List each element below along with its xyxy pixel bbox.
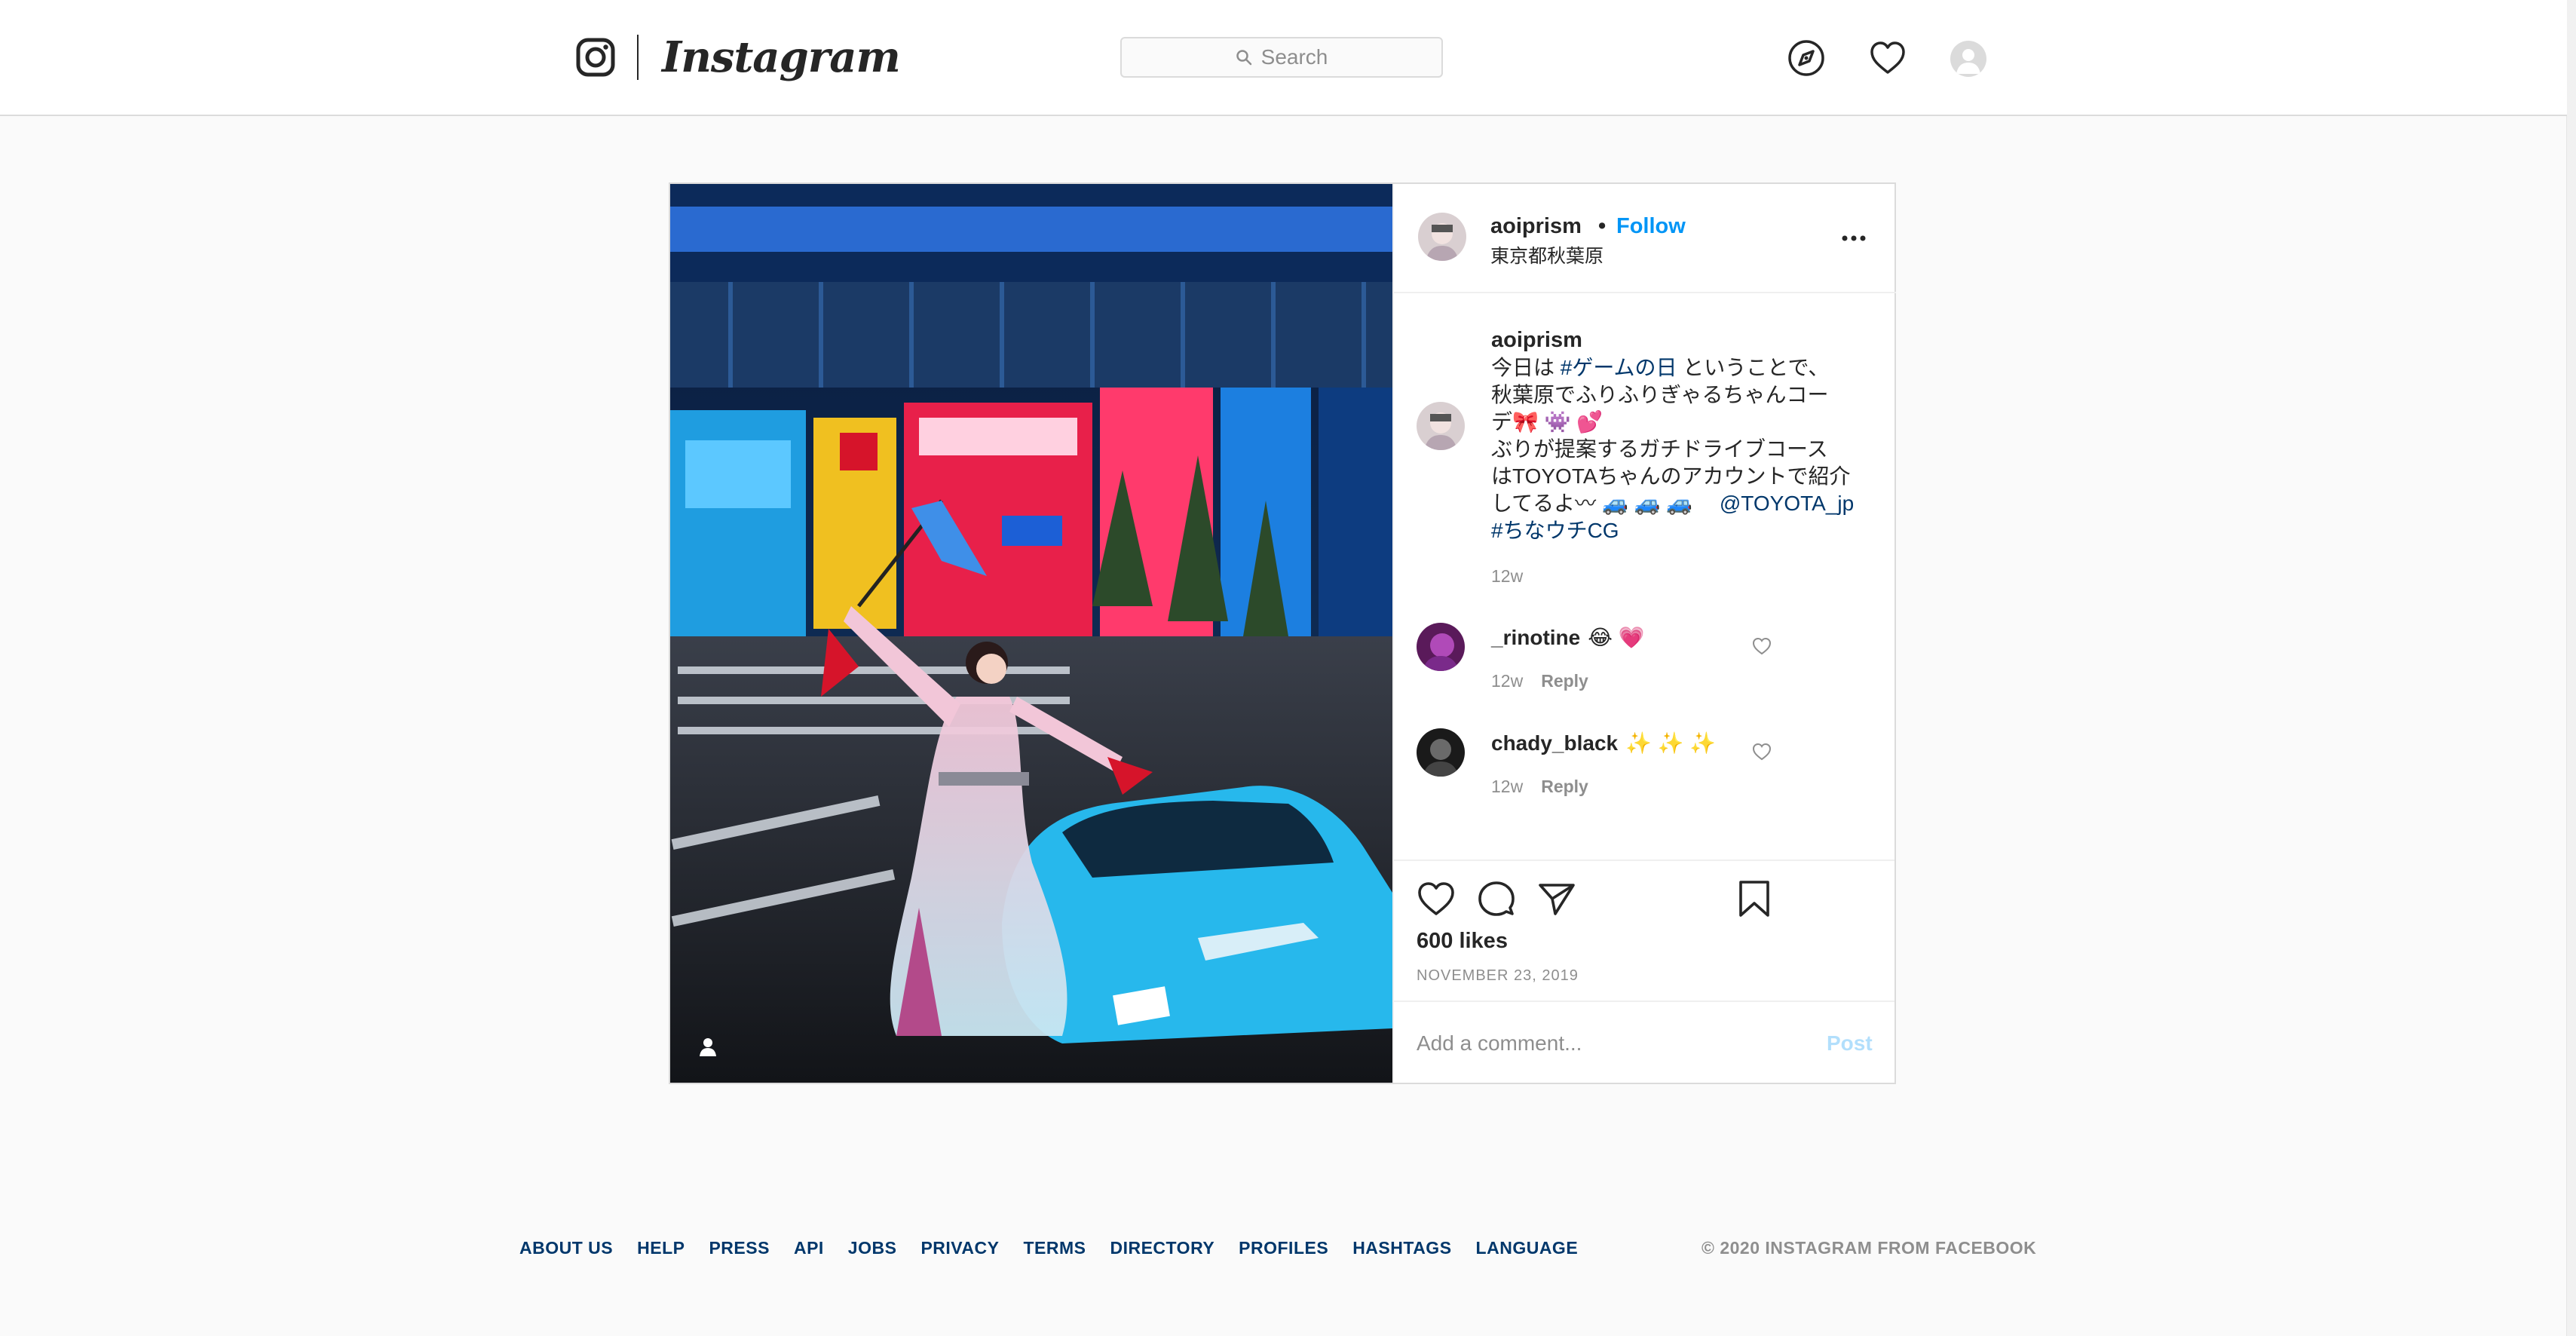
- footer-link-language[interactable]: LANGUAGE: [1476, 1238, 1579, 1258]
- caption-line: 秋葉原でふりふりぎゃるちゃんコー: [1491, 383, 1829, 406]
- mention-link[interactable]: @TOYOTA_jp: [1720, 492, 1854, 515]
- comment-item: chady_black ✨ ✨ ✨: [1491, 731, 1716, 755]
- footer-link-press[interactable]: PRESS: [709, 1238, 769, 1258]
- post-location[interactable]: 東京都秋葉原: [1490, 241, 1603, 268]
- profile-avatar[interactable]: [1950, 41, 1986, 77]
- comment-text: 😂 💗: [1588, 626, 1645, 649]
- separator-dot: •: [1598, 214, 1607, 238]
- footer-link-terms[interactable]: TERMS: [1023, 1238, 1086, 1258]
- footer-link-api[interactable]: API: [794, 1238, 824, 1258]
- footer-links: ABOUT US HELP PRESS API JOBS PRIVACY TER…: [519, 1238, 1602, 1258]
- footer-link-directory[interactable]: DIRECTORY: [1110, 1238, 1214, 1258]
- commenter-avatar[interactable]: [1417, 728, 1465, 777]
- footer-link-hashtags[interactable]: HASHTAGS: [1352, 1238, 1451, 1258]
- commenter-avatar[interactable]: [1417, 623, 1465, 671]
- top-nav-bar: Instagram Search: [0, 0, 2567, 116]
- like-heart-icon[interactable]: [1417, 879, 1456, 918]
- post-header: aoiprism • Follow 東京都秋葉原: [1394, 184, 1896, 293]
- comment-text: ✨ ✨ ✨: [1625, 731, 1717, 755]
- comment-username[interactable]: _rinotine: [1491, 626, 1580, 649]
- instagram-wordmark[interactable]: Instagram: [662, 27, 901, 87]
- caption-author-avatar[interactable]: [1417, 402, 1465, 450]
- save-bookmark-icon[interactable]: [1735, 879, 1774, 918]
- hashtag-link[interactable]: #ゲームの日: [1561, 356, 1677, 379]
- footer-link-about[interactable]: ABOUT US: [519, 1238, 613, 1258]
- footer-link-jobs[interactable]: JOBS: [848, 1238, 897, 1258]
- caption-username[interactable]: aoiprism: [1491, 328, 1582, 353]
- likes-count[interactable]: 600 likes: [1417, 929, 1508, 954]
- instagram-glyph-icon[interactable]: [576, 38, 615, 77]
- comment-meta: 12w Reply: [1491, 671, 1588, 691]
- caption-avatar-image: [1417, 402, 1465, 450]
- copyright-text: © 2020 INSTAGRAM FROM FACEBOOK: [1702, 1238, 2037, 1258]
- comment-box-divider: [1392, 1000, 1894, 1002]
- post-photo[interactable]: [670, 184, 1392, 1083]
- more-options-icon[interactable]: [1839, 229, 1869, 247]
- comment-timestamp[interactable]: 12w: [1491, 671, 1523, 691]
- search-input[interactable]: Search: [1120, 37, 1443, 78]
- page: Instagram Search aoiprism • Follow 東京都秋葉…: [0, 0, 2576, 1336]
- hashtag-link[interactable]: #ちなウチCG: [1491, 519, 1619, 542]
- heart-icon[interactable]: [1869, 39, 1907, 77]
- caption-line: ぶりが提案するガチドライブコース: [1491, 437, 1828, 461]
- caption-text: 今日は #ゲームの日 ということで、 秋葉原でふりふりぎゃるちゃんコー デ🎀 👾…: [1491, 354, 1868, 544]
- add-comment-input[interactable]: Add a comment...: [1417, 1031, 1582, 1056]
- user-tag-icon[interactable]: [697, 1036, 718, 1057]
- logo-divider: [637, 35, 639, 80]
- compass-icon[interactable]: [1787, 39, 1825, 77]
- author-avatar-image: [1418, 213, 1466, 261]
- author-username[interactable]: aoiprism: [1490, 214, 1582, 239]
- scrollbar[interactable]: [2566, 0, 2576, 1336]
- comment-username[interactable]: chady_black: [1491, 731, 1618, 755]
- comment-like-icon[interactable]: [1752, 636, 1772, 656]
- comment-bubble-icon[interactable]: [1477, 879, 1516, 918]
- search-icon: [1236, 50, 1251, 66]
- caption-line: はTOYOTAちゃんのアカウントで紹介: [1491, 464, 1851, 488]
- comment-timestamp[interactable]: 12w: [1491, 777, 1523, 796]
- default-avatar-icon: [1956, 49, 1980, 74]
- commenter-avatar-image: [1417, 728, 1465, 777]
- author-avatar[interactable]: [1418, 213, 1466, 261]
- comment-like-icon[interactable]: [1752, 742, 1772, 761]
- footer-link-privacy[interactable]: PRIVACY: [920, 1238, 999, 1258]
- search-placeholder: Search: [1260, 45, 1328, 69]
- share-paper-plane-icon[interactable]: [1537, 879, 1576, 918]
- comment-meta: 12w Reply: [1491, 777, 1588, 797]
- caption-line: デ🎀 👾 💕: [1491, 410, 1603, 434]
- footer-link-profiles[interactable]: PROFILES: [1239, 1238, 1328, 1258]
- night-street-photo-illustration: [670, 184, 1392, 1083]
- action-divider: [1392, 860, 1894, 861]
- post-date[interactable]: NOVEMBER 23, 2019: [1417, 967, 1579, 985]
- caption-timestamp[interactable]: 12w: [1491, 566, 1523, 587]
- caption-line: してるよ〰 🚙 🚙 🚙 @TOYOTA_jp: [1491, 492, 1855, 515]
- caption-line: #ちなウチCG: [1491, 517, 1868, 544]
- reply-button[interactable]: Reply: [1541, 671, 1588, 691]
- comment-item: _rinotine 😂 💗: [1491, 625, 1645, 650]
- footer-link-help[interactable]: HELP: [637, 1238, 685, 1258]
- follow-button[interactable]: Follow: [1616, 214, 1686, 239]
- commenter-avatar-image: [1417, 623, 1465, 671]
- post-comment-button[interactable]: Post: [1827, 1031, 1873, 1056]
- reply-button[interactable]: Reply: [1541, 777, 1588, 796]
- caption-line: 今日は #ゲームの日 ということで、: [1491, 356, 1830, 379]
- post-card: aoiprism • Follow 東京都秋葉原 aoiprism 今日は #ゲ…: [669, 182, 1896, 1084]
